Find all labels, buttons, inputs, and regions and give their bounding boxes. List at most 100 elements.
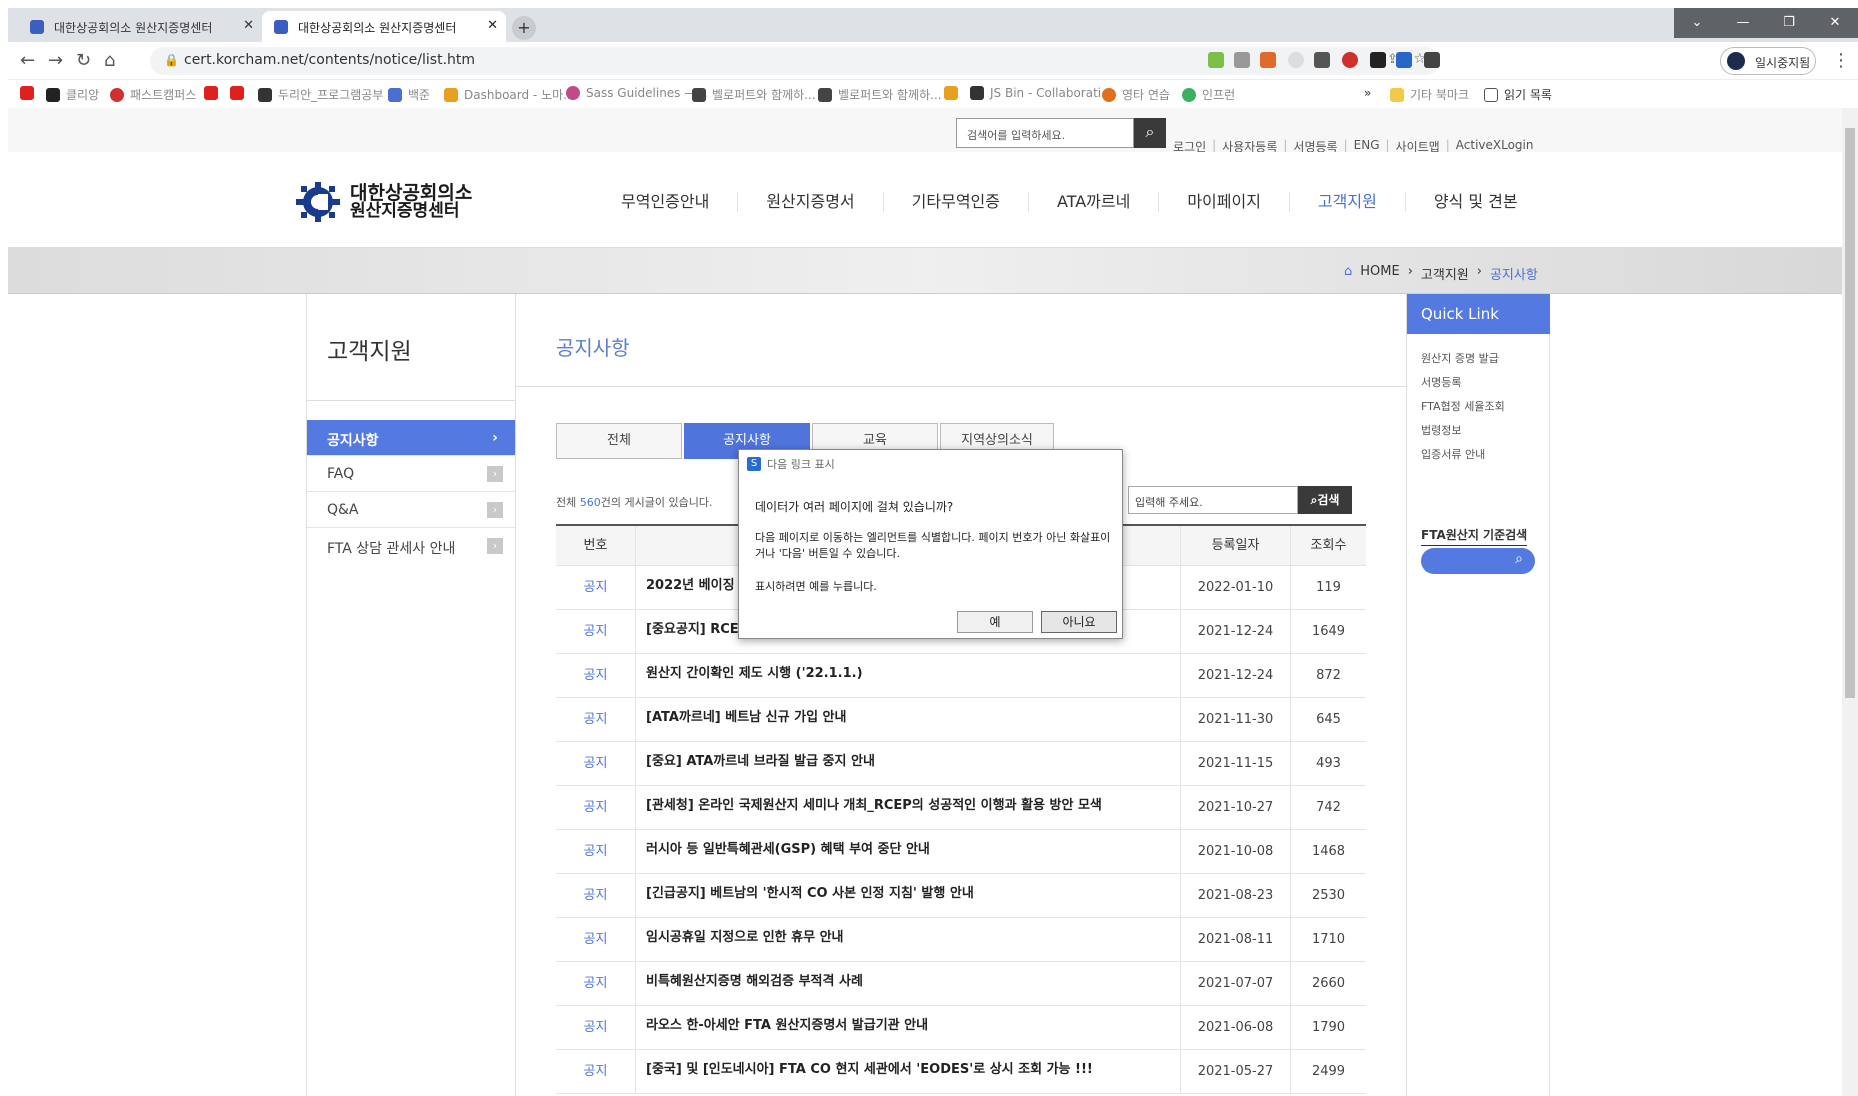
close-window-button[interactable]: ✕ — [1812, 8, 1858, 38]
extension-icon[interactable] — [1288, 52, 1304, 68]
forward-icon[interactable]: → — [48, 50, 63, 71]
bookmark-folder[interactable]: 기타 북마크 — [1390, 86, 1469, 103]
gnb-trade-cert[interactable]: 무역인증안내 — [593, 192, 739, 212]
adblock-icon[interactable] — [1342, 52, 1358, 68]
extension-icon[interactable] — [1314, 52, 1330, 68]
table-row[interactable]: 공지 비특혜원산지증명 해외검증 부적격 사례 2021-07-07 2660 — [556, 962, 1366, 1006]
sidebar-item-faq[interactable]: FAQ › — [307, 456, 515, 492]
table-row[interactable]: 공지 [관세청] 온라인 국제원산지 세미나 개최_RCEP의 성공적인 이행과 … — [556, 786, 1366, 830]
extension-icon[interactable] — [1208, 52, 1224, 68]
row-title[interactable]: [중국] 및 [인도네시아] FTA CO 현지 세관에서 'EODES'로 상… — [636, 1050, 1181, 1093]
close-tab-icon[interactable]: ✕ — [243, 18, 254, 33]
site-search-input[interactable]: 검색어를 입력하세요. — [956, 118, 1134, 148]
restore-button[interactable]: ❐ — [1766, 8, 1812, 38]
extension-icon[interactable] — [1396, 52, 1412, 68]
divider — [516, 386, 1406, 387]
table-row[interactable]: 공지 [중국] 및 [인도네시아] FTA CO 현지 세관에서 'EODES'로… — [556, 1050, 1366, 1094]
bookmark-item[interactable]: 영타 연습 — [1102, 86, 1170, 103]
breadcrumb-level1[interactable]: 고객지원 — [1421, 264, 1469, 283]
quick-link-item[interactable]: FTA협정 세율조회 — [1421, 398, 1505, 414]
row-views: 1790 — [1311, 1020, 1346, 1035]
reading-list[interactable]: 읽기 목록 — [1484, 86, 1552, 103]
row-title[interactable]: 비특혜원산지증명 해외검증 부적격 사례 — [636, 962, 1181, 1005]
gnb-other-cert[interactable]: 기타무역인증 — [884, 192, 1029, 212]
yes-button[interactable]: 예 — [957, 611, 1033, 633]
row-title[interactable]: [ATA까르네] 베트남 신규 가입 안내 — [636, 698, 1181, 741]
table-row[interactable]: 공지 [중요] ATA까르네 브라질 발급 중지 안내 2021-11-15 493 — [556, 742, 1366, 786]
sidebar-item-qna[interactable]: Q&A › — [307, 492, 515, 528]
home-icon[interactable]: ⌂ — [104, 50, 115, 71]
no-button[interactable]: 아니요 — [1041, 611, 1117, 633]
bookmark-youtube[interactable] — [204, 86, 218, 100]
tab-search-button[interactable]: ⌄ — [1674, 8, 1720, 38]
sidebar-item-fta-consult[interactable]: FTA 상담 관세사 안내 › — [307, 528, 515, 564]
puzzle-icon[interactable] — [1424, 52, 1440, 68]
fta-search-button[interactable]: ⌕ — [1421, 548, 1535, 574]
new-tab-button[interactable]: + — [512, 16, 536, 40]
avatar — [1727, 52, 1745, 70]
extension-icon[interactable] — [1370, 52, 1386, 68]
browser-tab-1[interactable]: 대한상공회의소 원산지증명센터 ✕ — [18, 11, 262, 42]
table-row[interactable]: 공지 러시아 등 일반특혜관세(GSP) 혜택 부여 중단 안내 2021-10-0… — [556, 830, 1366, 874]
search-icon: ⌕ — [1515, 551, 1523, 567]
row-title[interactable]: [중요] ATA까르네 브라질 발급 중지 안내 — [636, 742, 1181, 785]
row-title[interactable]: 러시아 등 일반특혜관세(GSP) 혜택 부여 중단 안내 — [636, 830, 1181, 873]
site-logo[interactable]: 대한상공회의소 원산지증명센터 — [296, 182, 472, 222]
row-title[interactable]: 임시공휴일 지정으로 인한 휴무 안내 — [636, 918, 1181, 961]
row-title[interactable]: 라오스 한-아세안 FTA 원산지증명서 발급기관 안내 — [636, 1006, 1181, 1049]
gnb-ata-carnet[interactable]: ATA까르네 — [1029, 192, 1160, 212]
quick-link-item[interactable]: 법령정보 — [1421, 422, 1461, 438]
extension-icon[interactable] — [1234, 52, 1250, 68]
bookmark-item[interactable]: 클리앙 — [46, 86, 99, 103]
quick-link-item[interactable]: 서명등록 — [1421, 374, 1461, 390]
back-icon[interactable]: ← — [20, 50, 35, 71]
gnb-origin-cert[interactable]: 원산지증명서 — [738, 192, 884, 212]
sidebar-item-label: Q&A — [327, 502, 359, 518]
table-row[interactable]: 공지 [ATA까르네] 베트남 신규 가입 안내 2021-11-30 645 — [556, 698, 1366, 742]
page-scrollbar[interactable] — [1842, 108, 1858, 1096]
bookmark-item[interactable]: JS Bin - Collaborati... — [970, 86, 1113, 100]
list-search-button[interactable]: ⌕검색 — [1298, 486, 1352, 514]
bookmark-youtube[interactable] — [230, 86, 244, 100]
row-title[interactable]: [긴급공지] 베트남의 '한시적 CO 사본 인정 지침' 발행 안내 — [636, 874, 1181, 917]
bookmark-item[interactable]: 두리안_프로그램공부 — [258, 86, 383, 103]
row-title[interactable]: [관세청] 온라인 국제원산지 세미나 개최_RCEP의 성공적인 이행과 활용… — [636, 786, 1181, 829]
table-row[interactable]: 공지 임시공휴일 지정으로 인한 휴무 안내 2021-08-11 1710 — [556, 918, 1366, 962]
table-row[interactable]: 공지 [긴급공지] 베트남의 '한시적 CO 사본 인정 지침' 발행 안내 202… — [556, 874, 1366, 918]
bookmark-item[interactable] — [944, 86, 958, 100]
quick-link-item[interactable]: 원산지 증명 발급 — [1421, 350, 1499, 366]
col-number: 번호 — [556, 526, 636, 565]
close-tab-icon[interactable]: ✕ — [487, 18, 498, 33]
bookmark-item[interactable]: 백준 — [388, 86, 430, 103]
more-bookmarks-icon[interactable]: » — [1364, 86, 1371, 100]
row-title[interactable]: 원산지 간이확인 제도 시행 ('22.1.1.) — [636, 654, 1181, 697]
bookmark-item[interactable]: Dashboard - 노마... — [444, 86, 575, 103]
gnb-forms[interactable]: 양식 및 견본 — [1406, 192, 1546, 212]
profile-button[interactable]: 일시중지됨 — [1720, 47, 1816, 75]
gnb-mypage[interactable]: 마이페이지 — [1159, 192, 1290, 212]
reload-icon[interactable]: ↻ — [76, 50, 91, 71]
bookmark-youtube[interactable] — [20, 86, 34, 100]
breadcrumb-home[interactable]: HOME — [1360, 264, 1399, 283]
bookmark-item[interactable]: Sass Guidelines —... — [566, 86, 708, 100]
browser-tab-2[interactable]: 대한상공회의소 원산지증명센터 ✕ — [262, 11, 506, 42]
bookmark-item[interactable]: 벨로퍼트와 함께하... — [692, 86, 816, 103]
bookmark-item[interactable]: 패스트캠퍼스 — [110, 86, 196, 103]
extension-icon[interactable] — [1260, 52, 1276, 68]
search-button[interactable]: ⌕ — [1134, 118, 1166, 148]
minimize-button[interactable]: — — [1720, 8, 1766, 38]
bookmark-item[interactable]: 벨로퍼트와 함께하... — [818, 86, 942, 103]
scrollbar-thumb[interactable] — [1845, 128, 1855, 698]
row-views: 645 — [1316, 712, 1341, 727]
table-row[interactable]: 공지 라오스 한-아세안 FTA 원산지증명서 발급기관 안내 2021-06-08… — [556, 1006, 1366, 1050]
sidebar-item-notice[interactable]: 공지사항 › — [307, 420, 515, 456]
more-menu-icon[interactable]: ⋮ — [1832, 50, 1850, 71]
list-search-input[interactable]: 입력해 주세요. — [1128, 486, 1298, 514]
tab-all[interactable]: 전체 — [556, 423, 682, 459]
table-row[interactable]: 공지 원산지 간이확인 제도 시행 ('22.1.1.) 2021-12-24 872 — [556, 654, 1366, 698]
logo-line-2: 원산지증명센터 — [350, 201, 460, 221]
bookmark-item[interactable]: 인프런 — [1182, 86, 1235, 103]
quick-link-item[interactable]: 입증서류 안내 — [1421, 446, 1485, 462]
gnb-support[interactable]: 고객지원 — [1290, 192, 1406, 212]
home-icon[interactable]: ⌂ — [1344, 264, 1352, 283]
